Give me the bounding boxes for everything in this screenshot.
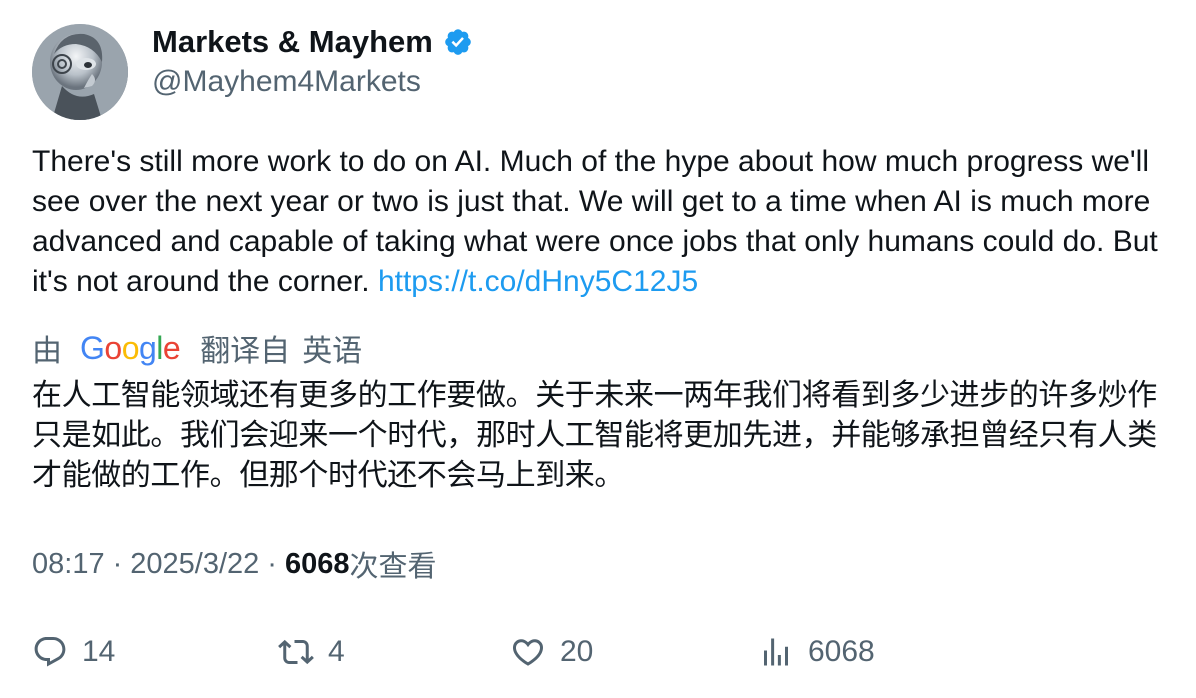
translated-text: 在人工智能领域还有更多的工作要做。关于未来一两年我们将看到多少进步的许多炒作只是… <box>32 378 1157 493</box>
reply-count: 14 <box>82 635 116 668</box>
handle[interactable]: @Mayhem4Markets <box>152 62 473 102</box>
reply-icon <box>34 637 66 667</box>
tweet-date[interactable]: 2025/3/22 <box>130 548 259 581</box>
source-language: 英语 <box>302 334 363 369</box>
display-name[interactable]: Markets & Mayhem <box>152 22 433 62</box>
retweet-count: 4 <box>328 635 345 668</box>
like-count: 20 <box>560 635 594 668</box>
author-info: Markets & Mayhem @Mayhem4Markets <box>152 22 473 102</box>
action-bar: 14 4 20 6068 <box>32 630 1172 674</box>
meta-separator: · <box>112 547 123 580</box>
reply-button[interactable]: 14 <box>32 630 115 674</box>
retweet-icon <box>278 639 314 665</box>
name-row: Markets & Mayhem <box>152 22 473 62</box>
translation-by-label: 由 <box>32 334 62 369</box>
tweet-time[interactable]: 08:17 <box>32 548 105 581</box>
analytics-icon <box>764 638 788 666</box>
tweet-text: There's still more work to do on AI. Muc… <box>32 142 1172 302</box>
robot-avatar-icon <box>32 24 128 120</box>
like-button[interactable]: 20 <box>510 630 593 674</box>
verified-badge-icon <box>445 29 471 55</box>
translated-from-label: 翻译自 <box>200 334 291 369</box>
tweet-card: Markets & Mayhem @Mayhem4Markets There's… <box>0 0 1196 698</box>
meta-separator: · <box>267 547 277 580</box>
translation-attribution[interactable]: 由 Google 翻译自 英语 <box>32 328 363 369</box>
views-button[interactable]: 6068 <box>758 630 875 674</box>
tweet-link[interactable]: https://t.co/dHny5C12J5 <box>378 265 698 298</box>
heart-icon <box>512 639 544 666</box>
google-logo: Google <box>80 330 181 366</box>
retweet-button[interactable]: 4 <box>278 630 345 674</box>
views-action-count: 6068 <box>808 635 875 668</box>
tweet-meta: 08:17 · 2025/3/22 · 6068 次查看 <box>32 544 436 584</box>
avatar[interactable] <box>32 24 128 120</box>
views-label: 次查看 <box>349 549 437 583</box>
views-count: 6068 <box>284 547 350 580</box>
